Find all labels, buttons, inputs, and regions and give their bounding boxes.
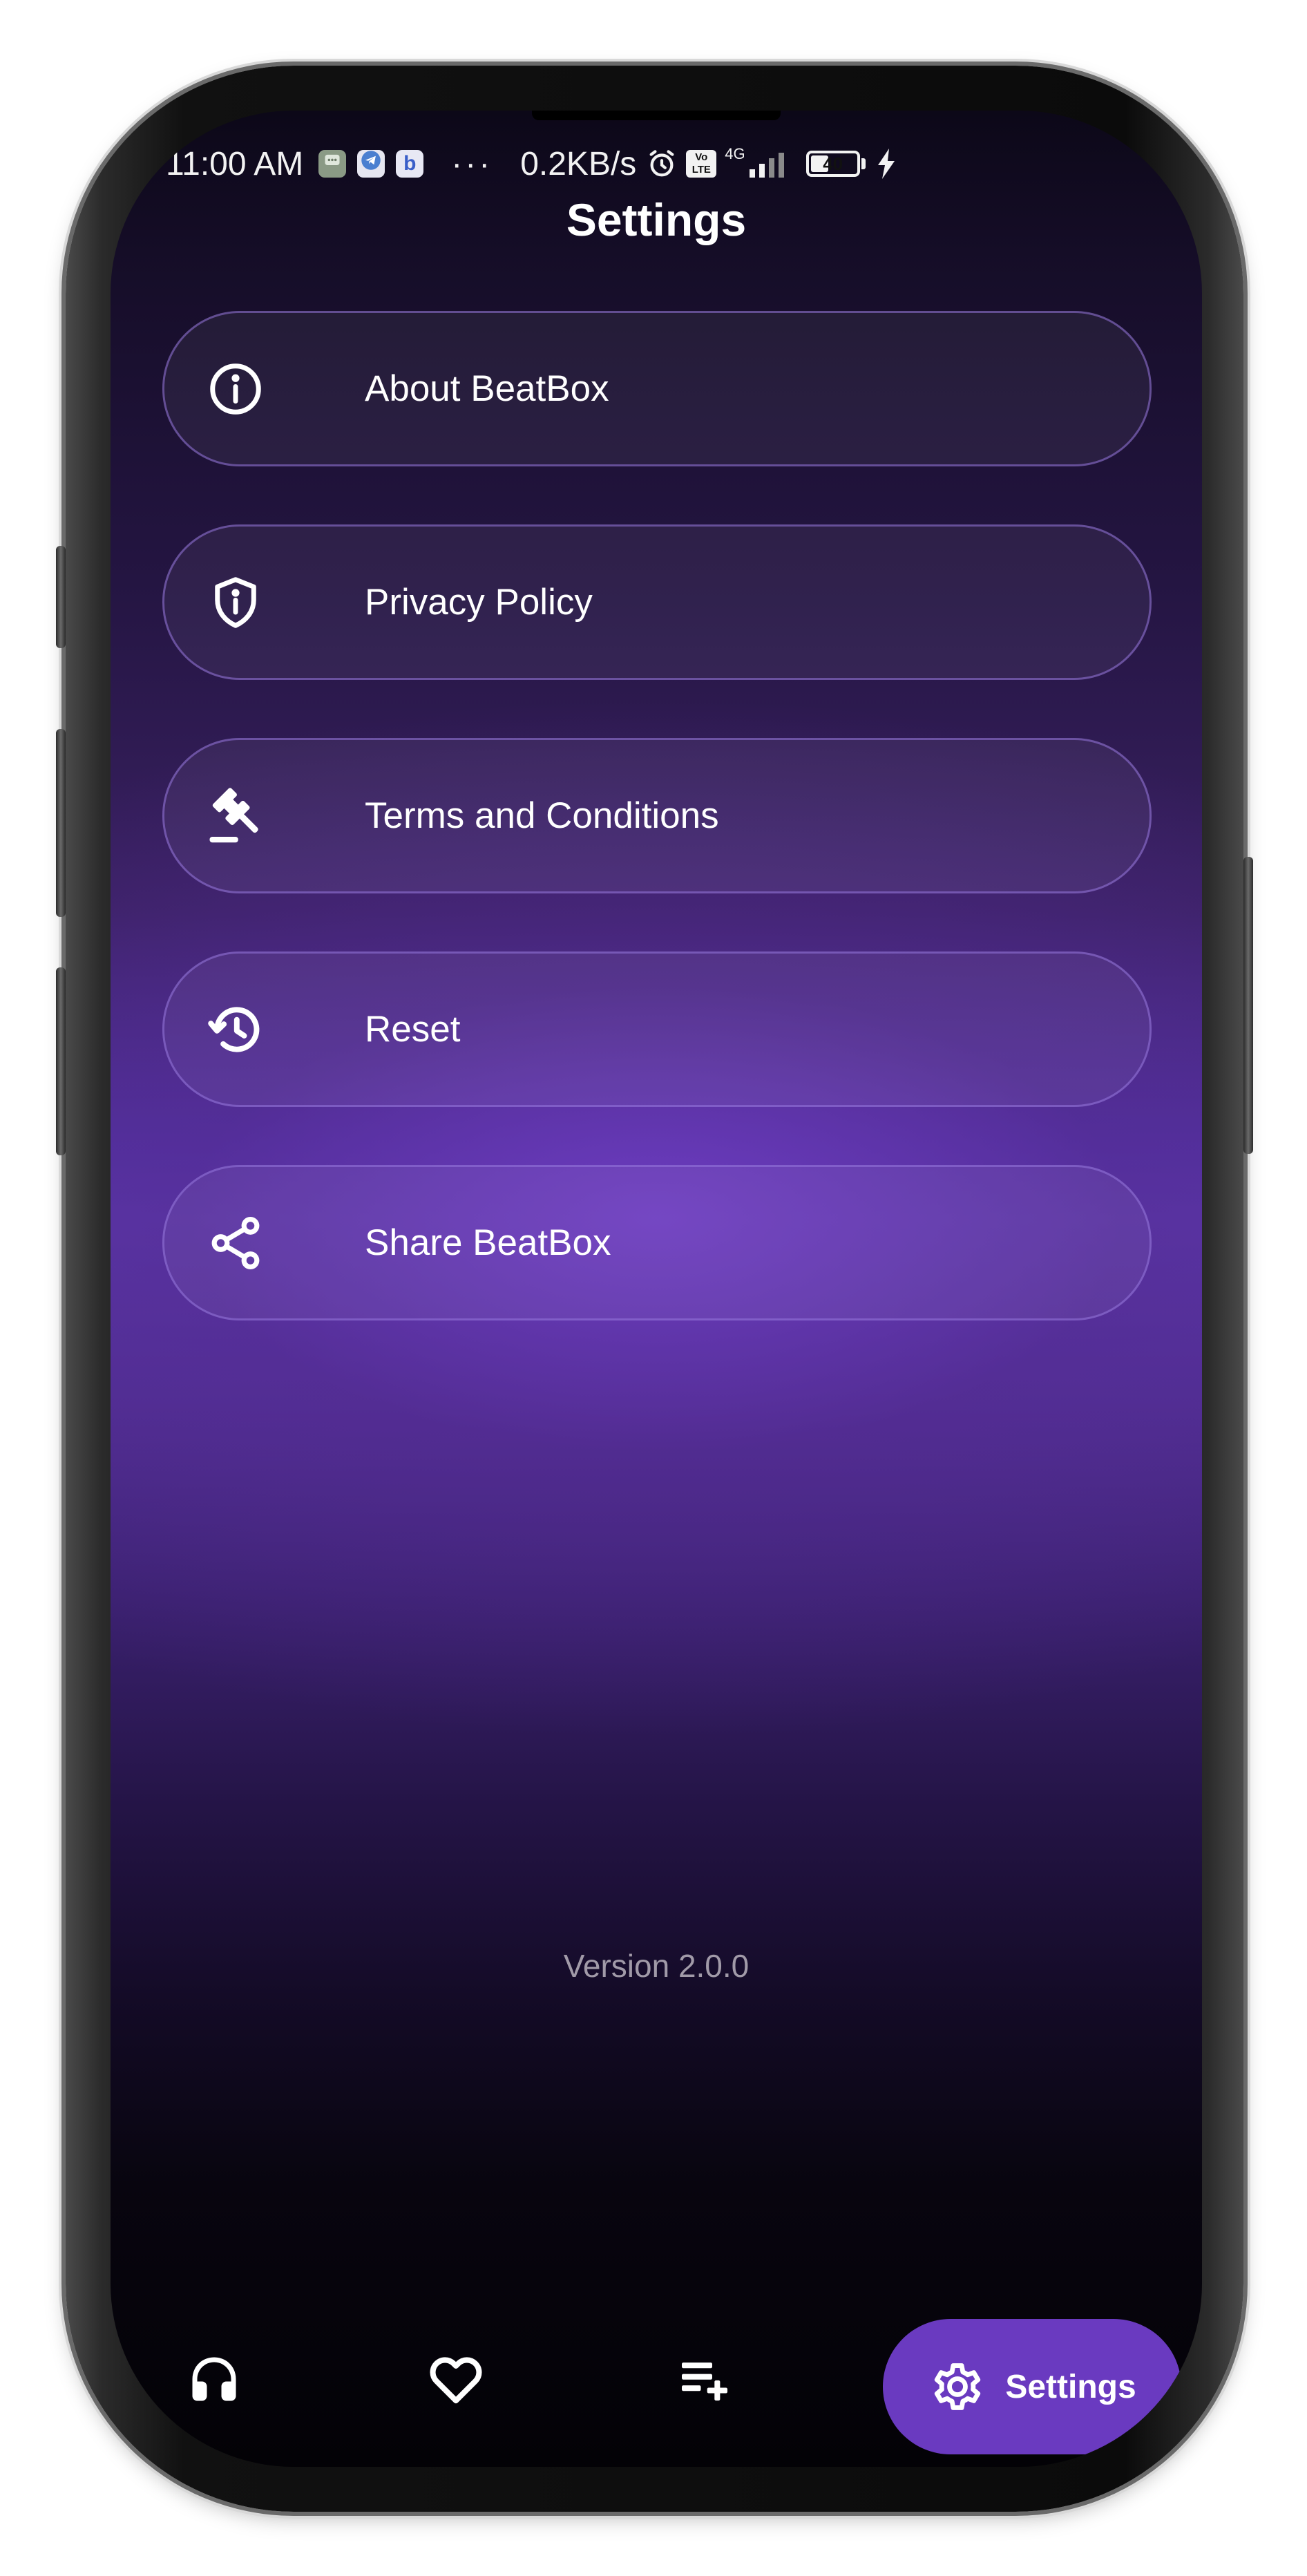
telegram-app-icon — [357, 150, 385, 178]
volume-down-button — [56, 967, 66, 1155]
status-time: 11:00 AM — [166, 145, 304, 182]
network-speed: 0.2KB/s — [520, 145, 637, 182]
settings-item-about[interactable]: About BeatBox — [162, 311, 1152, 466]
shield-info-icon — [204, 571, 267, 634]
app-version: Version 2.0.0 — [563, 1948, 750, 1984]
settings-item-label: Terms and Conditions — [365, 795, 719, 836]
page-title: Settings — [566, 194, 747, 245]
info-icon — [204, 358, 267, 420]
more-notifications-indicator: ··· — [451, 145, 493, 182]
volte-icon: Vo LTE — [686, 150, 717, 178]
settings-item-label: Reset — [365, 1009, 461, 1050]
app-screen: 11:00 AM b ··· 0.2KB/s Vo LTE 4G 40 Sett… — [111, 111, 1202, 2467]
playlist-add-icon — [674, 2349, 735, 2413]
nav-settings-active[interactable]: Settings — [883, 2319, 1181, 2454]
signal-icon: 4G — [725, 145, 788, 178]
bing-app-icon: b — [396, 150, 424, 178]
settings-item-share[interactable]: Share BeatBox — [162, 1165, 1152, 1320]
settings-item-privacy-policy[interactable]: Privacy Policy — [162, 524, 1152, 680]
nav-player[interactable] — [152, 2311, 276, 2450]
share-icon — [204, 1212, 267, 1274]
history-icon — [204, 998, 267, 1061]
volume-up-button — [56, 729, 66, 917]
gear-icon — [928, 2357, 987, 2416]
gavel-icon — [204, 785, 267, 847]
settings-item-label: About BeatBox — [365, 368, 609, 409]
power-button — [1243, 857, 1253, 1154]
headphones-icon — [185, 2350, 243, 2412]
nav-settings-label: Settings — [1005, 2368, 1136, 2405]
alarm-icon — [646, 148, 678, 180]
settings-item-reset[interactable]: Reset — [162, 951, 1152, 1107]
settings-item-label: Share BeatBox — [365, 1222, 611, 1263]
charging-icon — [877, 149, 896, 179]
network-type: 4G — [725, 145, 745, 162]
settings-list: About BeatBox Privacy Policy Terms and C… — [162, 311, 1152, 1379]
heart-icon — [426, 2349, 486, 2413]
settings-item-label: Privacy Policy — [365, 582, 593, 623]
settings-item-terms[interactable]: Terms and Conditions — [162, 738, 1152, 893]
nav-playlists[interactable] — [636, 2311, 774, 2450]
battery-icon: 40 — [805, 151, 866, 177]
speaker-notch — [532, 111, 781, 120]
status-bar: 11:00 AM b ··· 0.2KB/s Vo LTE 4G 40 — [166, 126, 1154, 202]
messages-app-icon — [318, 150, 347, 178]
battery-level: 40 — [823, 153, 843, 174]
mute-switch — [56, 546, 66, 648]
nav-favorites[interactable] — [387, 2311, 525, 2450]
